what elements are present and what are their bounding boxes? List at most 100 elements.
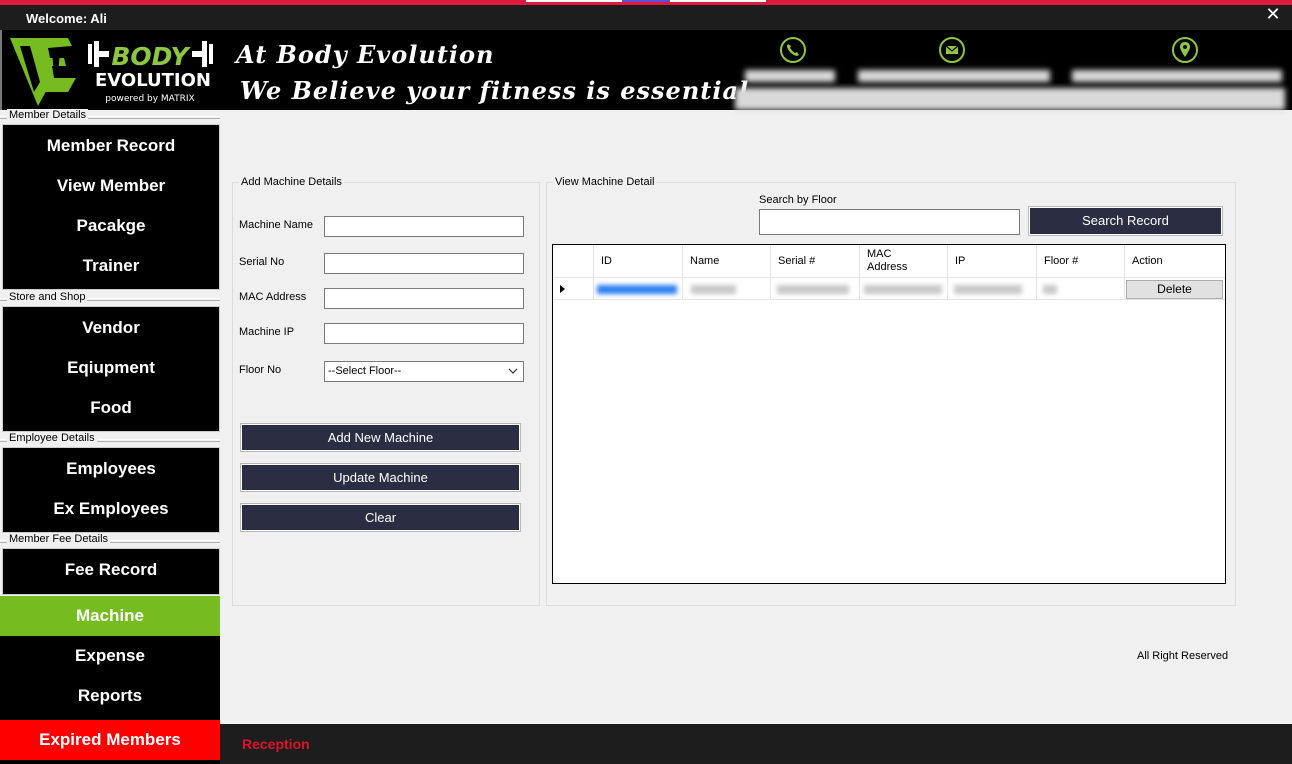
redacted-value [864,285,942,294]
cell-action: Delete [1125,278,1225,300]
floor-no-label: Floor No [239,364,282,376]
search-record-button[interactable]: Search Record [1028,206,1223,236]
column-header-id[interactable]: ID [594,245,683,277]
cell-id[interactable] [594,278,683,300]
grid-header-row: ID Name Serial # MAC Address IP Floor # … [553,245,1225,278]
search-floor-input[interactable] [759,209,1020,235]
sidebar-item-food[interactable]: Food [3,388,219,428]
machine-name-label: Machine Name [239,219,313,231]
column-header-ip[interactable]: IP [948,245,1037,277]
column-header-mac[interactable]: MAC Address [860,245,948,277]
add-machine-legend: Add Machine Details [241,176,342,188]
logo-word-evolution: EVOLUTION [95,70,211,91]
sidebar-item-expense[interactable]: Expense [0,636,220,676]
group-member-details: Member Details Member Record View Member… [0,109,220,290]
user-role-label: Reception [242,736,310,752]
cell-mac[interactable] [860,278,948,300]
phone-icon [780,37,806,63]
group-label: Member Details [7,109,89,121]
brand-logo: BODY EVOLUTION powered by MATRIX [10,38,213,106]
slogan-line-2: We Believe your fitness is essential [240,76,750,105]
redacted-value [954,285,1022,294]
floor-select-value: --Select Floor-- [328,365,402,377]
mac-address-label: MAC Address [239,291,307,303]
column-header-floor[interactable]: Floor # [1037,245,1125,277]
sidebar-item-member-record[interactable]: Member Record [3,126,219,166]
welcome-text: Welcome: Ali [26,11,107,26]
sidebar-footer-bar [0,760,220,764]
group-label: Member Fee Details [7,533,111,545]
sidebar-item-view-member[interactable]: View Member [3,166,219,206]
group-label: Store and Shop [7,291,88,303]
group-box: Fee Record [2,548,220,595]
header-banner: BODY EVOLUTION powered by MATRIX At Body… [0,30,1292,110]
logo-tagline: powered by MATRIX [105,94,194,104]
mail-icon [939,37,965,63]
slogan-line-1: At Body Evolution [236,40,495,69]
delete-row-button[interactable]: Delete [1126,280,1223,299]
view-machine-legend: View Machine Detail [555,176,655,188]
add-machine-panel: Add Machine Details [232,176,540,606]
redacted-value [691,285,736,294]
cell-floor[interactable] [1037,278,1125,300]
mac-address-input[interactable] [324,288,524,309]
add-new-machine-button[interactable]: Add New Machine [240,423,521,452]
clear-button[interactable]: Clear [240,503,521,532]
floor-select[interactable]: --Select Floor-- [324,361,524,382]
update-machine-button[interactable]: Update Machine [240,463,521,492]
expired-members-button[interactable]: Expired Members [0,720,220,760]
table-row[interactable]: Delete [553,278,1225,300]
serial-no-input[interactable] [324,253,524,274]
redacted-phone [745,70,835,82]
sidebar-item-trainer[interactable]: Trainer [3,246,219,286]
redacted-details [735,88,1285,110]
group-employee-details: Employee Details Employees Ex Employees [0,432,220,533]
redacted-address [1072,70,1282,82]
title-bar: Welcome: Ali ✕ [0,4,1292,30]
sidebar-item-equipment[interactable]: Eqiupment [3,348,219,388]
redacted-email [858,70,1050,82]
group-label: Employee Details [7,432,97,444]
sidebar-item-package[interactable]: Pacakge [3,206,219,246]
strip-segment [622,0,670,2]
chevron-down-icon [508,368,518,374]
location-icon [1172,37,1198,63]
group-store-and-shop: Store and Shop Vendor Eqiupment Food [0,291,220,432]
sidebar-item-machine[interactable]: Machine [0,596,220,636]
sidebar-item-ex-employees[interactable]: Ex Employees [3,489,219,529]
cell-serial[interactable] [771,278,860,300]
sidebar-item-fee-record[interactable]: Fee Record [3,550,219,590]
sidebar-item-employees[interactable]: Employees [3,449,219,489]
bottom-status-bar: Reception [220,724,1292,764]
logo-word-body: BODY [111,42,191,71]
serial-no-label: Serial No [239,256,285,268]
row-header-corner [553,245,594,277]
cell-name[interactable] [683,278,771,300]
search-by-floor-label: Search by Floor [759,194,837,206]
sidebar-item-reports[interactable]: Reports [0,676,220,717]
row-pointer-icon [560,285,565,293]
column-header-action[interactable]: Action [1125,245,1225,277]
group-box: Employees Ex Employees [2,447,220,533]
redacted-value [597,285,677,294]
copyright-text: All Right Reserved [1137,650,1229,662]
machine-ip-label: Machine IP [239,326,295,338]
close-icon[interactable]: ✕ [1262,4,1284,26]
redacted-value [1043,285,1057,294]
row-header[interactable] [553,278,594,300]
header-edge [0,30,2,110]
group-box: Member Record View Member Pacakge Traine… [2,124,220,290]
column-header-serial[interactable]: Serial # [771,245,860,277]
sidebar-item-vendor[interactable]: Vendor [3,308,219,348]
redacted-value [777,285,849,294]
group-box: Vendor Eqiupment Food [2,306,220,432]
sidebar: Member Details Member Record View Member… [0,109,220,764]
group-member-fee-details: Member Fee Details Fee Record [0,533,220,595]
machine-data-grid: ID Name Serial # MAC Address IP Floor # … [552,244,1226,584]
strip-segment [670,0,766,2]
cell-ip[interactable] [948,278,1037,300]
strip-segment [526,0,622,2]
machine-name-input[interactable] [324,216,524,237]
column-header-name[interactable]: Name [683,245,771,277]
machine-ip-input[interactable] [324,323,524,344]
